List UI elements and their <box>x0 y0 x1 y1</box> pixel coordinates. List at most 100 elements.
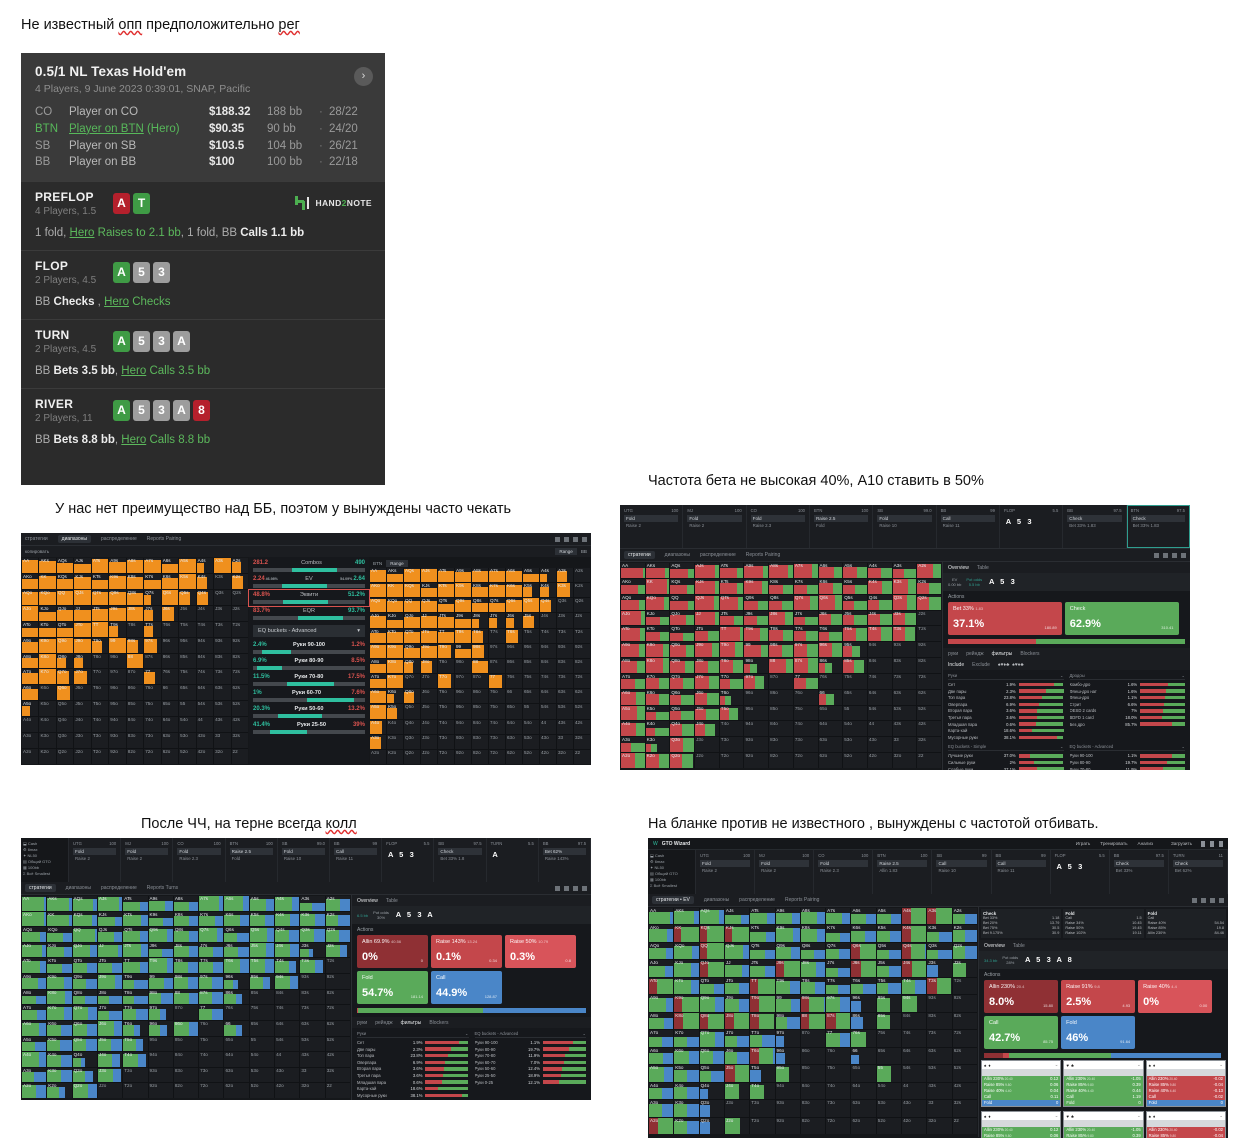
matrix-cell[interactable]: T6o <box>750 1047 775 1065</box>
matrix-cell[interactable]: 92o <box>455 749 471 764</box>
matrix-cell[interactable]: 83o <box>472 734 488 749</box>
matrix-cell[interactable]: J3s <box>300 942 325 958</box>
matrix-cell[interactable]: 93s <box>927 995 952 1012</box>
filter-row[interactable]: Карта-хай 18.6% <box>948 728 1064 733</box>
matrix-cell[interactable]: QQ <box>699 942 724 960</box>
matrix-cell[interactable]: A7s <box>199 896 224 911</box>
filter-row[interactable]: Флеш-дро 1.1% <box>1070 695 1186 700</box>
hand-compare-card[interactable]: ♠ ♦ ⌄ Allin 230% 20.40 -0.02 Raise 85% 9.80 -0… <box>1145 1111 1226 1138</box>
matrix-cell[interactable]: 72s <box>917 673 941 689</box>
matrix-cell[interactable]: KQs <box>699 925 724 942</box>
matrix-cell[interactable]: 96o <box>109 685 126 701</box>
matrix-cell[interactable]: T9s <box>148 958 173 974</box>
expand-icon[interactable]: ⌄ <box>1060 673 1064 678</box>
matrix-cell[interactable]: 86o <box>472 689 488 704</box>
matrix-cell[interactable]: J8s <box>472 613 488 628</box>
shot2-action-sequence[interactable]: UTG 100 Fold Raise 2 MJ 100 Fold Raise 2 CO 100 Fo… <box>620 505 1190 549</box>
matrix-cell[interactable]: 99 <box>148 974 173 989</box>
gto-nav[interactable]: Играть Тренировать Анализ <box>1076 841 1153 846</box>
matrix-cell[interactable]: 73o <box>199 1067 224 1083</box>
matrix-cell[interactable]: Q6o <box>56 685 74 701</box>
matrix-cell[interactable]: 82s <box>917 658 941 673</box>
matrix-cell[interactable]: 93s <box>892 642 917 658</box>
matrix-cell[interactable]: K3s <box>300 911 325 927</box>
matrix-cell[interactable]: 85o <box>800 1065 826 1082</box>
matrix-cell[interactable]: KTo <box>387 628 403 643</box>
node-action[interactable]: Fold <box>73 848 117 855</box>
matrix-cell[interactable]: Q7s <box>793 594 818 610</box>
matrix-cell[interactable]: 62o <box>224 1083 249 1098</box>
matrix-cell[interactable]: 55 <box>843 705 867 721</box>
matrix-cell[interactable]: 43o <box>196 733 214 749</box>
matrix-cell[interactable]: 82o <box>800 1117 826 1134</box>
matrix-cell[interactable]: AQs <box>72 896 97 911</box>
tab-ranges[interactable]: диапазоны <box>704 897 729 903</box>
matrix-cell[interactable]: TT <box>438 628 454 643</box>
matrix-cell[interactable]: 86s <box>224 989 249 1005</box>
matrix-cell[interactable]: A5o <box>22 701 39 717</box>
matrix-cell[interactable]: 86o <box>126 685 144 701</box>
matrix-cell[interactable]: 94s <box>196 637 214 653</box>
matrix-cell[interactable]: 87o <box>472 674 488 689</box>
matrix-cell[interactable]: Q3o <box>404 734 420 749</box>
matrix-cell[interactable]: QTs <box>719 594 744 610</box>
matrix-cell[interactable]: 97s <box>489 643 505 658</box>
matrix-cell[interactable]: T2o <box>719 753 744 768</box>
matrix-cell[interactable]: A3s <box>892 563 917 578</box>
chevron-right-icon[interactable]: › <box>354 67 373 86</box>
matrix-cell[interactable]: 92s <box>917 642 941 658</box>
matrix-cell[interactable]: K4o <box>387 719 403 734</box>
matrix-cell[interactable]: Q7o <box>699 1030 724 1047</box>
matrix-cell[interactable]: A6s <box>224 896 249 911</box>
sequence-node[interactable]: BB 97.5 Check Bet 33% <box>1110 850 1169 894</box>
matrix-cell[interactable]: J9o <box>97 974 123 989</box>
matrix-cell[interactable]: A2s <box>231 558 248 573</box>
matrix-cell[interactable]: A8o <box>649 1012 674 1030</box>
matrix-cell[interactable]: K4o <box>39 717 56 733</box>
matrix-cell[interactable]: AJs <box>74 558 91 573</box>
matrix-cell[interactable]: 97o <box>148 1005 173 1020</box>
matrix-cell[interactable]: K7o <box>387 674 403 689</box>
action-box[interactable]: Raise 143% 13.24 0.1% 0.34 <box>430 935 502 968</box>
matrix-cell[interactable]: A8s <box>769 563 793 578</box>
matrix-cell[interactable]: 42o <box>540 749 556 764</box>
matrix-cell[interactable]: J4o <box>421 719 437 734</box>
matrix-cell[interactable]: 55 <box>523 704 539 719</box>
matrix-cell[interactable]: K9s <box>775 925 800 942</box>
matrix-cell[interactable]: K6s <box>818 578 843 594</box>
matrix-cell[interactable]: J5s <box>249 942 275 958</box>
matrix-cell[interactable]: 76o <box>793 689 818 705</box>
matrix-cell[interactable]: 98o <box>109 653 126 669</box>
matrix-cell[interactable]: Q3s <box>300 927 325 942</box>
matrix-cell[interactable]: A4s <box>275 896 300 911</box>
matrix-cell[interactable]: 84o <box>472 719 488 734</box>
matrix-cell[interactable]: 99 <box>109 637 126 653</box>
matrix-cell[interactable]: AKo <box>370 583 386 598</box>
matrix-cell[interactable]: A2s <box>325 896 350 911</box>
matrix-cell[interactable]: A8o <box>22 653 39 669</box>
matrix-cell[interactable]: J5s <box>523 613 539 628</box>
matrix-cell[interactable]: K9s <box>148 911 173 927</box>
tab-reports[interactable]: Reports Turns <box>147 885 178 891</box>
matrix-cell[interactable]: A7o <box>649 1030 674 1047</box>
filter-row[interactable]: Комбо-дро 1.6% <box>1070 682 1186 687</box>
matrix-cell[interactable]: K9o <box>645 642 670 658</box>
node-alt-action[interactable]: Raise 2 <box>759 868 809 873</box>
turn-matrix-wrap[interactable]: AA AKs AQs AJs ATs A9s A8s A7s A6s A5s A4s A3s A2s AK… <box>21 895 351 1100</box>
matrix-cell[interactable]: J8o <box>421 658 437 674</box>
matrix-cell[interactable]: K8o <box>674 1012 699 1030</box>
matrix-cell[interactable]: 42s <box>231 717 248 733</box>
matrix-cell[interactable]: 84s <box>902 1012 927 1030</box>
filter-row[interactable]: Руки 50-60 12.4% <box>475 1066 587 1071</box>
matrix-cell[interactable]: 74o <box>144 717 161 733</box>
sequence-node[interactable]: FLOP 5.5 A 5 3 <box>382 838 435 882</box>
matrix-cell[interactable]: KTo <box>645 626 670 642</box>
matrix-cell[interactable]: 98o <box>148 989 173 1005</box>
matrix-cell[interactable]: J6s <box>506 613 522 628</box>
matrix-cell[interactable]: T5o <box>750 1065 775 1082</box>
matrix-cell[interactable]: A3o <box>22 733 39 749</box>
matrix-cell[interactable]: AQo <box>621 594 645 610</box>
node-alt-action[interactable]: Raise 2 <box>624 523 678 528</box>
matrix-cell[interactable]: KTs <box>123 911 148 927</box>
matrix-cell[interactable]: 62o <box>506 749 522 764</box>
